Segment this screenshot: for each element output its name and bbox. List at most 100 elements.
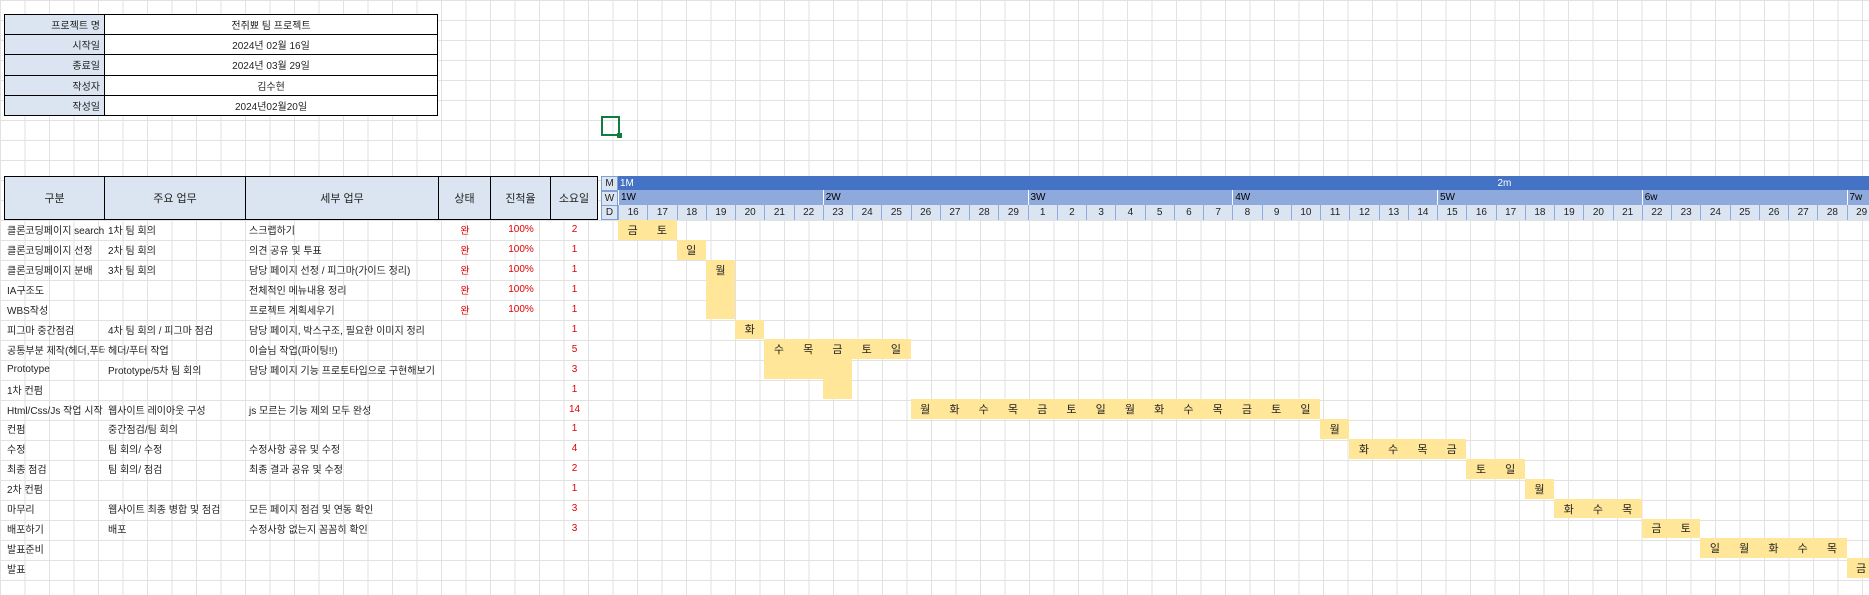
task-category[interactable]: 마무리 — [4, 499, 105, 519]
gantt-bar-cell[interactable]: 화 — [735, 319, 765, 340]
task-status[interactable] — [439, 499, 491, 519]
gantt-bar-cell[interactable]: 일 — [1495, 458, 1525, 479]
task-status[interactable] — [439, 320, 491, 340]
task-category[interactable]: 발표준비 — [4, 538, 105, 558]
task-detail[interactable]: 수정사항 없는지 꼼꼼히 확인 — [246, 519, 439, 539]
task-progress[interactable]: 100% — [491, 240, 551, 260]
task-category[interactable]: 클론코딩페이지 분배 — [4, 260, 105, 280]
task-progress[interactable] — [491, 519, 551, 539]
task-status[interactable] — [439, 439, 491, 459]
task-days[interactable]: 1 — [551, 379, 598, 399]
task-category[interactable]: 2차 컨펌 — [4, 479, 105, 499]
gantt-bar-cell[interactable]: 금 — [1846, 558, 1869, 579]
gantt-bar-cell[interactable]: 월 — [1729, 538, 1759, 559]
task-progress[interactable] — [491, 379, 551, 399]
gantt-bar-cell[interactable]: 금 — [1641, 518, 1671, 539]
gantt-bar-cell[interactable]: 목 — [793, 339, 823, 360]
task-days[interactable]: 1 — [551, 479, 598, 499]
task-detail[interactable] — [246, 379, 439, 399]
task-category[interactable]: IA구조도 — [4, 280, 105, 300]
gantt-bar-cell[interactable]: 화 — [939, 399, 969, 419]
task-days[interactable]: 3 — [551, 359, 598, 379]
task-progress[interactable] — [491, 439, 551, 459]
task-category[interactable]: 최종 점검 — [4, 459, 105, 479]
gantt-bar-cell[interactable]: 토 — [1671, 518, 1701, 539]
task-detail[interactable] — [246, 558, 439, 578]
task-category[interactable]: WBS작성 — [4, 300, 105, 320]
task-status[interactable]: 완 — [439, 280, 491, 300]
gantt-bar-cell[interactable]: 목 — [1407, 438, 1437, 459]
gantt-bar-cell[interactable]: 수 — [1788, 538, 1818, 559]
task-status[interactable]: 완 — [439, 240, 491, 260]
gantt-bar-cell[interactable]: 월 — [1115, 399, 1145, 419]
gantt-bar-cell[interactable]: 수 — [764, 339, 794, 360]
gantt-bar-cell[interactable]: 금 — [822, 339, 852, 360]
worksheet[interactable]: 프로젝트 명 전쥐뾰 팀 프로젝트 시작일 2024년 02월 16일 종료일 2024년… — [0, 0, 1869, 595]
gantt-bar-cell[interactable]: 월 — [1524, 478, 1554, 499]
task-main[interactable]: 배포 — [105, 519, 246, 539]
gantt-bar-cell[interactable]: 일 — [676, 239, 706, 260]
task-detail[interactable]: 담당 페이지, 박스구조, 필요한 이미지 정리 — [246, 320, 439, 340]
task-status[interactable] — [439, 379, 491, 399]
info-value[interactable]: 김수현 — [104, 74, 438, 96]
gantt-bar-cell[interactable]: 금 — [1027, 399, 1057, 419]
task-detail[interactable] — [246, 479, 439, 499]
task-category[interactable]: 컨펌 — [4, 419, 105, 439]
task-detail[interactable]: 이슬님 작업(파이팅!!) — [246, 339, 439, 359]
gantt-bar-cell[interactable]: 화 — [1144, 399, 1174, 419]
gantt-bar-cell[interactable]: 수 — [1173, 399, 1203, 419]
task-progress[interactable]: 100% — [491, 300, 551, 320]
task-category[interactable]: Prototype — [4, 359, 105, 379]
task-status[interactable] — [439, 339, 491, 359]
task-main[interactable]: Prototype/5차 팀 회의 — [105, 359, 246, 379]
task-status[interactable] — [439, 399, 491, 419]
task-detail[interactable]: 담당 페이지 기능 프로토타입으로 구현해보기 — [246, 359, 439, 379]
task-days[interactable]: 1 — [551, 320, 598, 340]
gantt-bar-cell[interactable] — [705, 299, 735, 320]
task-main[interactable]: 3차 팀 회의 — [105, 260, 246, 280]
task-detail[interactable]: 전체적인 메뉴내용 정리 — [246, 280, 439, 300]
task-status[interactable]: 완 — [439, 220, 491, 240]
gantt-bar-cell[interactable]: 화 — [1758, 538, 1788, 559]
selected-cell[interactable] — [601, 116, 622, 138]
task-progress[interactable] — [491, 538, 551, 558]
task-main[interactable] — [105, 479, 246, 499]
gantt-bar-cell[interactable]: 토 — [1056, 399, 1086, 419]
task-status[interactable]: 완 — [439, 260, 491, 280]
task-detail[interactable]: 의견 공유 및 투표 — [246, 240, 439, 260]
gantt-bar-cell[interactable]: 토 — [1261, 399, 1291, 419]
gantt-bar-cell[interactable]: 월 — [1320, 419, 1350, 439]
gantt-bar-cell[interactable]: 목 — [1203, 399, 1233, 419]
task-days[interactable]: 1 — [551, 240, 598, 260]
task-status[interactable] — [439, 459, 491, 479]
gantt-bar-cell[interactable]: 금 — [1437, 438, 1467, 459]
task-main[interactable] — [105, 280, 246, 300]
gantt-bar-cell[interactable]: 일 — [1086, 399, 1116, 419]
task-progress[interactable] — [491, 359, 551, 379]
gantt-bar-cell[interactable]: 일 — [881, 339, 911, 360]
gantt-bar-cell[interactable] — [793, 359, 823, 380]
task-progress[interactable] — [491, 479, 551, 499]
task-detail[interactable]: 수정사항 공유 및 수정 — [246, 439, 439, 459]
gantt-bar-cell[interactable]: 수 — [969, 399, 999, 419]
gantt-bar-cell[interactable] — [822, 359, 852, 380]
task-category[interactable]: 클론코딩페이지 선정 — [4, 240, 105, 260]
task-days[interactable]: 1 — [551, 300, 598, 320]
task-detail[interactable]: 스크랩하기 — [246, 220, 439, 240]
gantt-bar-cell[interactable] — [705, 279, 735, 300]
gantt-bar-cell[interactable]: 토 — [1466, 458, 1496, 479]
task-main[interactable]: 팀 회의/ 점검 — [105, 459, 246, 479]
task-detail[interactable]: 담당 페이지 선정 / 피그마(가이드 정리) — [246, 260, 439, 280]
task-main[interactable] — [105, 538, 246, 558]
gantt-bar-cell[interactable]: 일 — [1700, 538, 1730, 559]
task-category[interactable]: 공통부분 제작(헤더,푸터) — [4, 339, 105, 359]
task-status[interactable] — [439, 558, 491, 578]
task-status[interactable]: 완 — [439, 300, 491, 320]
task-category[interactable]: 배포하기 — [4, 519, 105, 539]
gantt-bar-cell[interactable]: 화 — [1554, 498, 1584, 519]
gantt-bar-cell[interactable]: 금 — [618, 220, 648, 240]
task-days[interactable]: 3 — [551, 499, 598, 519]
task-days[interactable]: 1 — [551, 260, 598, 280]
task-days[interactable]: 2 — [551, 459, 598, 479]
gantt-bar-cell[interactable]: 토 — [852, 339, 882, 360]
